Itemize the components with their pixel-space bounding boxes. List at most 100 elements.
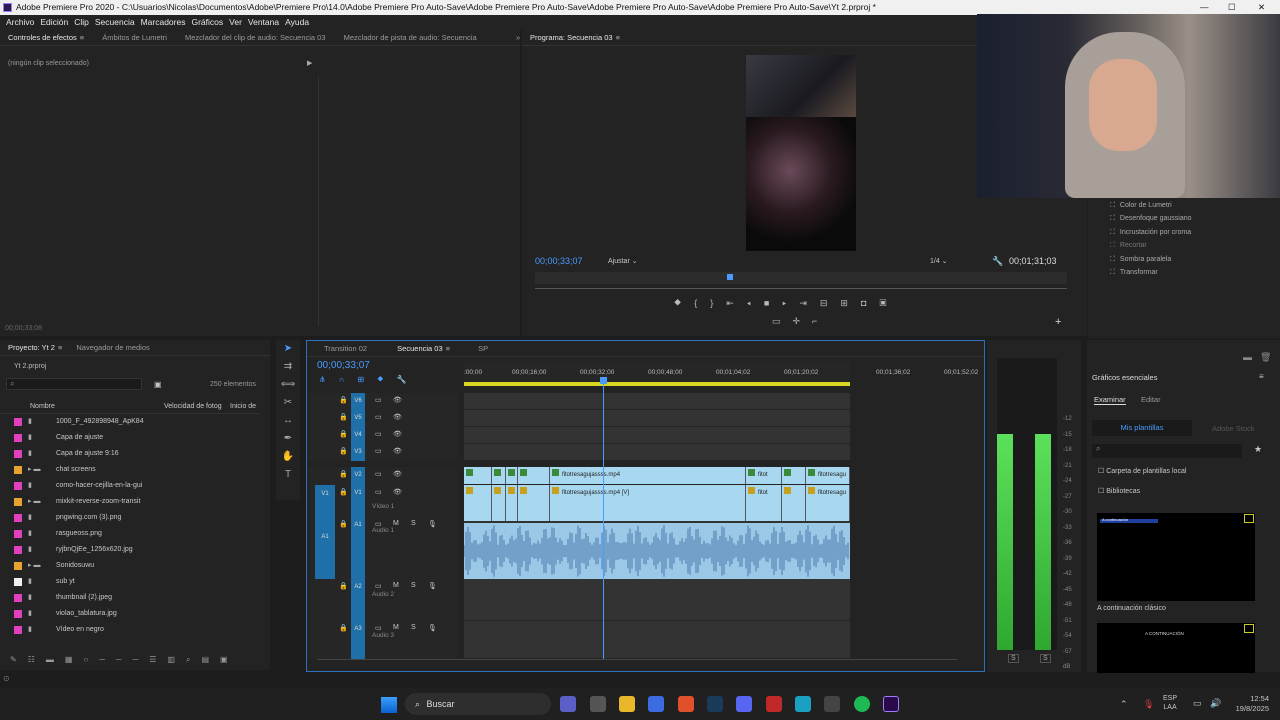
star-icon[interactable]: ★: [1254, 444, 1262, 455]
zoom-bar[interactable]: [535, 288, 1067, 289]
toggle-sync-icon[interactable]: ▭: [375, 470, 382, 478]
timeline-playhead[interactable]: [603, 377, 604, 659]
tab-sp[interactable]: SP: [478, 344, 488, 353]
solo-icon[interactable]: S: [411, 624, 416, 631]
lock-icon[interactable]: 🔒: [339, 430, 348, 438]
tab-secuencia-03[interactable]: Secuencia 03: [397, 344, 442, 353]
menu-item-6[interactable]: Ver: [229, 17, 242, 27]
effect-item[interactable]: ⛶ Desenfoque gaussiano: [1110, 215, 1192, 223]
video-clip[interactable]: [518, 467, 550, 484]
video-clip[interactable]: fitotresagujassss.mp4 [V]: [550, 485, 746, 521]
network-icon[interactable]: ▭: [1193, 698, 1202, 709]
list-item[interactable]: ▸ ▬ mixkit-reverse-zoom-transit: [0, 494, 260, 510]
solo-button-l[interactable]: S: [1008, 654, 1019, 663]
work-area-bar[interactable]: [464, 382, 850, 386]
wrench-icon[interactable]: 🔧: [992, 256, 1003, 267]
lock-icon[interactable]: 🔒: [339, 413, 348, 421]
video-clip[interactable]: [464, 485, 492, 521]
minimize-icon[interactable]: —: [1200, 0, 1209, 15]
list-item[interactable]: ▸ ▬ chat screens: [0, 462, 260, 478]
steam-icon[interactable]: [707, 696, 723, 712]
mute-icon[interactable]: M: [393, 582, 399, 589]
list-item[interactable]: ▸ ▬ Sonidosuwu: [0, 558, 260, 574]
effect-item[interactable]: ⛶ Incrustación por croma: [1110, 229, 1191, 237]
hand-icon[interactable]: ✋: [276, 448, 300, 466]
source-patch-a1[interactable]: A1: [315, 517, 335, 579]
track-target-v5[interactable]: V5: [351, 410, 365, 427]
clock[interactable]: 12:54 19/8/2025: [1229, 694, 1269, 714]
menu-item-8[interactable]: Ayuda: [285, 17, 309, 27]
video-clip[interactable]: [782, 467, 806, 484]
new-bin-icon[interactable]: ▣: [154, 380, 162, 389]
mic-track-icon[interactable]: 🎙: [428, 624, 437, 632]
project-search-input[interactable]: ⌕: [6, 378, 142, 390]
list-item[interactable]: ▮ como-hacer-cejilla-en-la-gui: [0, 478, 260, 494]
track-select-icon[interactable]: ⇉: [276, 358, 300, 376]
list-item[interactable]: ▮ Capa de ajuste 9:16: [0, 446, 260, 462]
menu-item-0[interactable]: Archivo: [6, 17, 34, 27]
tab-program[interactable]: Programa: Secuencia 03: [530, 33, 613, 42]
razor-icon[interactable]: ✂: [276, 394, 300, 412]
menu-item-7[interactable]: Ventana: [248, 17, 279, 27]
maximize-icon[interactable]: ☐: [1228, 0, 1236, 15]
discord-icon[interactable]: [736, 696, 752, 712]
lock-icon[interactable]: 🔒: [339, 624, 348, 632]
selection-tool-icon[interactable]: ➤: [276, 340, 300, 358]
mute-icon[interactable]: M: [393, 624, 399, 631]
template-thumbnail-1[interactable]: A continuación: [1097, 513, 1255, 601]
solo-icon[interactable]: S: [411, 520, 416, 527]
toggle-sync-icon[interactable]: ▭: [375, 396, 382, 404]
slip-icon[interactable]: ↔: [276, 412, 300, 430]
tab-track-mixer[interactable]: Mezclador de pista de audio: Secuencia: [344, 33, 477, 42]
video-clip[interactable]: fitot: [746, 485, 782, 521]
mic-track-icon[interactable]: 🎙: [428, 520, 437, 528]
list-item[interactable]: ▮ pngwing.com (3).png: [0, 510, 260, 526]
list-item[interactable]: ▮ rasgueoss.png: [0, 526, 260, 542]
overflow-icon[interactable]: »: [516, 30, 520, 46]
audio-clip[interactable]: [464, 523, 850, 579]
list-item[interactable]: ▮ violao_tablatura.jpg: [0, 606, 260, 622]
eg-search-input[interactable]: ⌕: [1092, 444, 1242, 458]
rockstar-icon[interactable]: [766, 696, 782, 712]
transport-controls[interactable]: ⯁{}⇤◂■▸⇥⊟⊞◘▣: [674, 298, 900, 309]
tab-lumetri-scopes[interactable]: Ámbitos de Lumetri: [102, 33, 167, 42]
solo-icon[interactable]: S: [411, 582, 416, 589]
tab-clip-mixer[interactable]: Mezclador del clip de audio: Secuencia 0…: [185, 33, 326, 42]
track-target-v3[interactable]: V3: [351, 444, 365, 461]
list-item[interactable]: ▮ thumbnail (2).jpeg: [0, 590, 260, 606]
lock-icon[interactable]: 🔒: [339, 447, 348, 455]
toggle-sync-icon[interactable]: ▭: [375, 447, 382, 455]
lock-icon[interactable]: 🔒: [339, 488, 348, 496]
playhead-handle[interactable]: [600, 377, 607, 384]
eye-icon[interactable]: 👁: [393, 413, 402, 421]
safe-margins-icon[interactable]: ▭✛⌐: [772, 316, 829, 327]
menu-item-3[interactable]: Secuencia: [95, 17, 135, 27]
horizontal-scrollbar[interactable]: [317, 659, 957, 664]
effect-item[interactable]: ⛶ Sombra paralela: [1110, 256, 1171, 264]
store-icon[interactable]: [648, 696, 664, 712]
notion-icon[interactable]: [590, 696, 606, 712]
eye-icon[interactable]: 👁: [393, 488, 402, 496]
mic-icon[interactable]: 🎙: [1143, 699, 1154, 710]
program-playhead[interactable]: [726, 274, 733, 280]
local-folder-checkbox[interactable]: ☐ Carpeta de plantillas local: [1098, 467, 1186, 475]
eg-menu-icon[interactable]: ≡: [1259, 372, 1264, 381]
toggle-sync-icon[interactable]: ▭: [375, 430, 382, 438]
taskbar-search[interactable]: ⌕ Buscar: [405, 693, 551, 715]
tab-browse[interactable]: Examinar: [1094, 395, 1126, 405]
video-clip[interactable]: [506, 467, 518, 484]
project-toolbar[interactable]: ✎☷▬▦○───☰▥⌕▤▣: [0, 650, 270, 670]
pen-icon[interactable]: ✒: [276, 430, 300, 448]
col-framerate[interactable]: Velocidad de fotog: [164, 400, 222, 414]
tab-effect-controls[interactable]: Controles de efectos: [8, 33, 77, 42]
chatgpt-icon[interactable]: [824, 696, 840, 712]
source-patch-v1[interactable]: V1: [315, 485, 335, 517]
lock-icon[interactable]: 🔒: [339, 396, 348, 404]
track-target-a2[interactable]: A2: [351, 579, 365, 621]
list-item[interactable]: ▮ Vídeo en negro: [0, 622, 260, 638]
list-item[interactable]: ▮ sub yt: [0, 574, 260, 590]
video-clip[interactable]: fitotresagu: [806, 485, 850, 521]
tray-chevron-icon[interactable]: ⌃: [1120, 699, 1128, 710]
video-clip[interactable]: [782, 485, 806, 521]
track-target-v6[interactable]: V6: [351, 393, 365, 410]
